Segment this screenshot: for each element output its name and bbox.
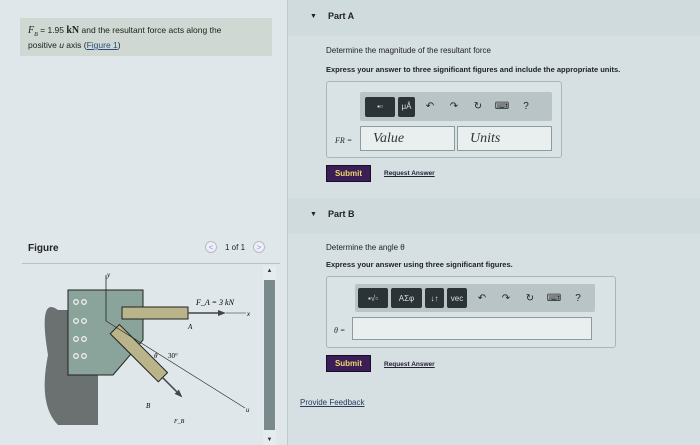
problem-panel: FB = 1.95 kN and the resultant force act…	[0, 0, 288, 445]
redo-icon[interactable]: ↷	[494, 293, 518, 304]
part-b-toolbar: ▪√▫ ΑΣφ ↓↑ vec ↶ ↷ ↻ ⌨ ?	[355, 284, 595, 312]
page-count: 1 of 1	[225, 242, 246, 252]
part-a-answer-box: ▪▫ μÅ ↶ ↷ ↻ ⌨ ? FR = Value Units	[326, 81, 562, 158]
part-a-request-answer-link[interactable]: Request Answer	[384, 170, 435, 177]
units-input[interactable]: Units	[457, 126, 552, 151]
part-a-submit-button[interactable]: Submit	[326, 165, 371, 182]
svg-text:30°: 30°	[168, 352, 178, 360]
svg-text:u: u	[246, 408, 250, 414]
fr-label: FR =	[335, 136, 353, 145]
next-figure-button[interactable]: >	[253, 241, 266, 253]
part-a-header[interactable]: ▼ Part A	[288, 0, 700, 36]
reset-icon[interactable]: ↻	[466, 101, 490, 112]
part-b-submit-button[interactable]: Submit	[326, 355, 371, 372]
keyboard-icon[interactable]: ⌨	[490, 101, 514, 112]
subscript-button[interactable]: ↓↑	[425, 288, 444, 308]
reset-icon[interactable]: ↻	[518, 293, 542, 304]
collapse-icon[interactable]: ▼	[310, 13, 317, 20]
scroll-down-icon[interactable]: ▼	[263, 437, 276, 443]
svg-text:x: x	[246, 312, 251, 318]
collapse-icon[interactable]: ▼	[310, 211, 317, 218]
theta-label: θ =	[334, 326, 346, 335]
scroll-thumb[interactable]	[264, 280, 275, 430]
part-b-request-answer-link[interactable]: Request Answer	[384, 361, 435, 368]
figure-scrollbar[interactable]: ▲ ▼	[263, 266, 276, 445]
svg-text:F_A = 3 kN: F_A = 3 kN	[195, 298, 235, 307]
figure-diagram: y x F_A = 3 kN A u θ 30° B F_B	[44, 271, 251, 425]
svg-text:B: B	[146, 402, 151, 410]
part-a-label: Part A	[328, 11, 355, 21]
figure-heading: Figure	[28, 243, 59, 254]
part-a-instruction: Express your answer to three significant…	[326, 65, 621, 74]
value-input[interactable]: Value	[360, 126, 455, 151]
part-a-toolbar: ▪▫ μÅ ↶ ↷ ↻ ⌨ ?	[360, 92, 552, 121]
svg-text:y: y	[106, 271, 111, 279]
problem-statement: FB = 1.95 kN and the resultant force act…	[20, 18, 272, 56]
svg-text:θ: θ	[154, 352, 158, 360]
answer-panel: ▼ Part A Determine the magnitude of the …	[288, 0, 700, 445]
part-b-label: Part B	[328, 209, 355, 219]
vector-button[interactable]: vec	[447, 288, 467, 308]
units-button[interactable]: μÅ	[398, 96, 415, 117]
templates-button[interactable]: ▪√▫	[358, 288, 388, 308]
provide-feedback-link[interactable]: Provide Feedback	[300, 398, 364, 407]
prev-figure-button[interactable]: <	[205, 241, 217, 253]
svg-text:A: A	[187, 323, 193, 331]
part-b-answer-box: ▪√▫ ΑΣφ ↓↑ vec ↶ ↷ ↻ ⌨ ? θ =	[326, 276, 616, 348]
undo-icon[interactable]: ↶	[418, 101, 442, 112]
keyboard-icon[interactable]: ⌨	[542, 293, 566, 304]
svg-text:F_B: F_B	[173, 419, 185, 425]
figure-link[interactable]: Figure 1	[87, 40, 118, 50]
scroll-up-icon[interactable]: ▲	[263, 268, 276, 274]
divider	[22, 263, 280, 264]
redo-icon[interactable]: ↷	[442, 101, 466, 112]
undo-icon[interactable]: ↶	[470, 293, 494, 304]
part-b-instruction: Express your answer using three signific…	[326, 260, 513, 269]
greek-button[interactable]: ΑΣφ	[391, 288, 422, 308]
part-b-question: Determine the angle θ	[326, 243, 405, 252]
templates-button[interactable]: ▪▫	[365, 96, 395, 117]
part-a-question: Determine the magnitude of the resultant…	[326, 46, 491, 55]
figure-pager: < 1 of 1 >	[205, 241, 266, 253]
theta-input[interactable]	[352, 317, 592, 340]
part-b-header[interactable]: ▼ Part B	[288, 198, 700, 234]
help-icon[interactable]: ?	[566, 293, 590, 304]
help-icon[interactable]: ?	[514, 101, 538, 112]
